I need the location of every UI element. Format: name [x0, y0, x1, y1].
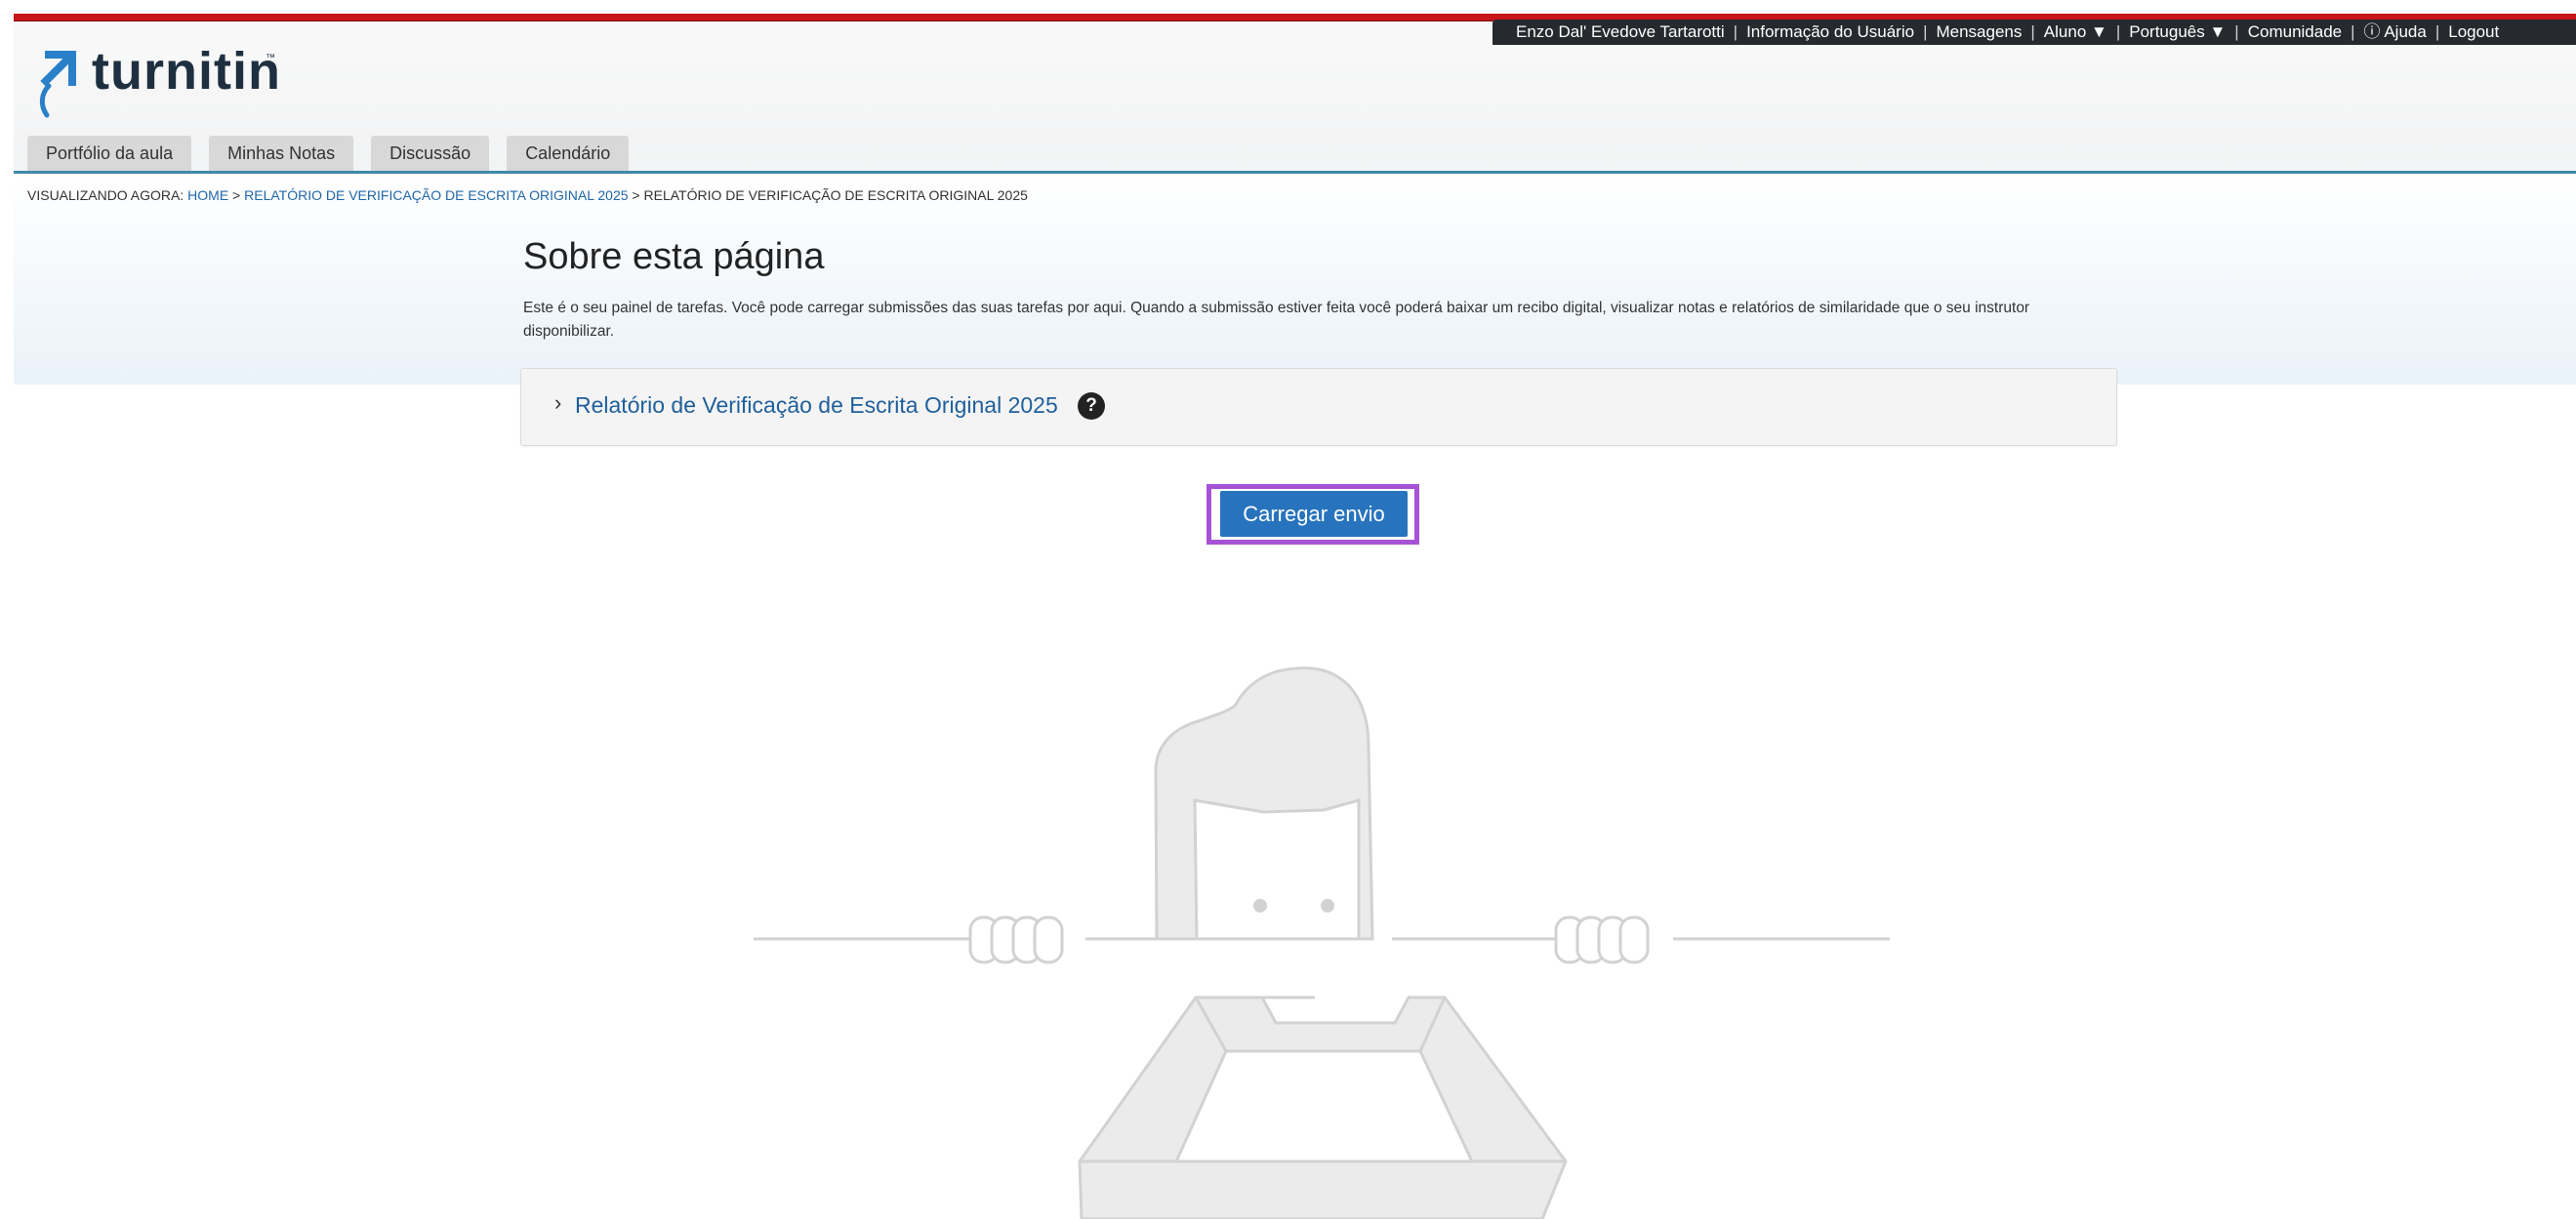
messages-link[interactable]: Mensagens — [1936, 20, 2022, 45]
breadcrumb-class-link[interactable]: RELATÓRIO DE VERIFICAÇÃO DE ESCRITA ORIG… — [244, 187, 628, 203]
user-navigation-bar: Enzo Dal' Evedove Tartarotti | Informação … — [1492, 20, 2576, 45]
role-dropdown[interactable]: Aluno ▼ — [2044, 20, 2107, 45]
chevron-right-icon[interactable]: › — [554, 390, 561, 416]
community-link[interactable]: Comunidade — [2248, 20, 2342, 45]
user-name-link[interactable]: Enzo Dal' Evedove Tartarotti — [1516, 20, 1725, 45]
assignment-panel[interactable]: › Relatório de Verificação de Escrita Or… — [520, 368, 2117, 446]
breadcrumb-home-link[interactable]: HOME — [187, 187, 228, 203]
brand-name: turnitin — [92, 42, 281, 101]
page-title: Sobre esta página — [523, 236, 825, 277]
turnitin-logo-icon — [39, 51, 76, 118]
user-info-link[interactable]: Informação do Usuário — [1746, 20, 1914, 45]
tab-discussion[interactable]: Discussão — [371, 136, 490, 171]
tab-class-portfolio[interactable]: Portfólio da aula — [27, 136, 192, 171]
breadcrumb-current: RELATÓRIO DE VERIFICAÇÃO DE ESCRITA ORIG… — [643, 187, 1028, 203]
trademark-mark: ™ — [266, 53, 275, 63]
breadcrumb: VISUALIZANDO AGORA: HOME > RELATÓRIO DE … — [27, 187, 1028, 203]
breadcrumb-separator: > — [632, 187, 640, 203]
content-header-background — [14, 174, 2576, 385]
turnitin-logo[interactable]: turnitin ™ — [37, 42, 291, 119]
assignment-title[interactable]: Relatório de Verificação de Escrita Orig… — [575, 392, 1058, 419]
help-link[interactable]: ⓘ Ajuda — [2364, 20, 2427, 45]
language-dropdown[interactable]: Português ▼ — [2129, 20, 2226, 45]
tab-calendar[interactable]: Calendário — [507, 136, 630, 171]
tab-my-grades[interactable]: Minhas Notas — [209, 136, 354, 171]
logout-link[interactable]: Logout — [2448, 20, 2499, 45]
class-tabs: Portfólio da aula Minhas Notas Discussão… — [27, 136, 630, 171]
breadcrumb-prefix: VISUALIZANDO AGORA: — [27, 187, 184, 203]
upload-submission-button[interactable]: Carregar envio — [1220, 491, 1408, 537]
question-mark-icon[interactable]: ? — [1078, 392, 1105, 420]
empty-state-illustration — [754, 667, 1890, 1219]
breadcrumb-separator: > — [232, 187, 241, 203]
page-description: Este é o seu painel de tarefas. Você pod… — [523, 300, 2030, 340]
